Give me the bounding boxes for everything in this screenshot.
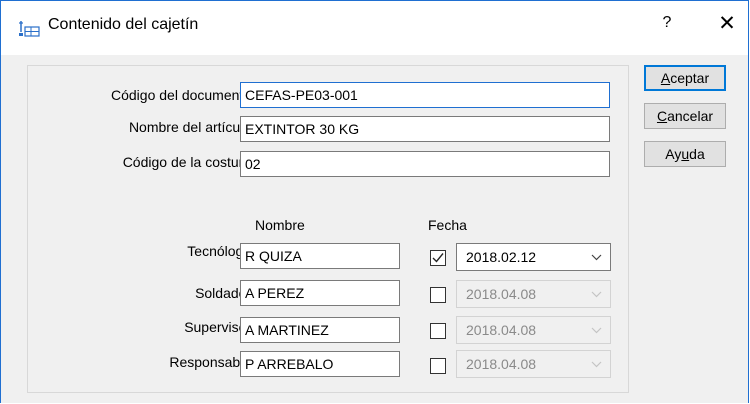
date-dropdown[interactable]: 2018.04.08 (456, 280, 611, 308)
sign-checkbox[interactable] (430, 358, 446, 374)
sign-checkbox[interactable] (430, 250, 446, 266)
title-bar: Contenido del cajetín ? ✕ (1, 1, 748, 55)
date-value: 2018.04.08 (466, 356, 537, 372)
date-dropdown[interactable]: 2018.04.08 (456, 350, 611, 378)
person-name-input[interactable]: A PEREZ (240, 280, 400, 306)
close-button[interactable]: ✕ (715, 11, 739, 35)
help-button[interactable]: Ayuda (644, 141, 726, 167)
chevron-down-icon (591, 291, 602, 298)
name-column-header: Nombre (255, 217, 305, 233)
document-code-input[interactable]: CEFAS-PE03-001 (240, 82, 610, 108)
cancel-button[interactable]: Cancelar (644, 103, 726, 129)
article-name-input[interactable]: EXTINTOR 30 KG (240, 116, 610, 142)
document-code-label: Código del documento: (111, 87, 255, 103)
titleblock-icon (18, 18, 40, 38)
date-value: 2018.04.08 (466, 286, 537, 302)
date-value: 2018.02.12 (466, 249, 537, 265)
date-dropdown[interactable]: 2018.02.12 (456, 243, 611, 271)
dialog-window: Contenido del cajetín ? ✕ Código del doc… (0, 0, 749, 403)
chevron-down-icon (591, 361, 602, 368)
sign-checkbox[interactable] (430, 323, 446, 339)
chevron-down-icon (591, 327, 602, 334)
accept-button[interactable]: Aceptar (644, 65, 726, 91)
person-name-input[interactable]: P ARREBALO (240, 351, 400, 377)
titleblock-group: Código del documento: CEFAS-PE03-001 Nom… (27, 65, 629, 393)
sign-checkbox[interactable] (430, 287, 446, 303)
article-name-label: Nombre del artículo: (128, 119, 255, 135)
date-column-header: Fecha (428, 217, 467, 233)
date-dropdown[interactable]: 2018.04.08 (456, 316, 611, 344)
person-name-input[interactable]: R QUIZA (240, 243, 400, 269)
window-title: Contenido del cajetín (48, 16, 199, 33)
help-titlebar-button[interactable]: ? (657, 14, 677, 32)
seam-code-input[interactable]: 02 (240, 151, 610, 177)
chevron-down-icon (591, 254, 602, 261)
date-value: 2018.04.08 (466, 322, 537, 338)
seam-code-label: Código de la costura: (122, 154, 255, 170)
checkmark-icon (432, 253, 444, 263)
person-name-input[interactable]: A MARTINEZ (240, 317, 400, 343)
